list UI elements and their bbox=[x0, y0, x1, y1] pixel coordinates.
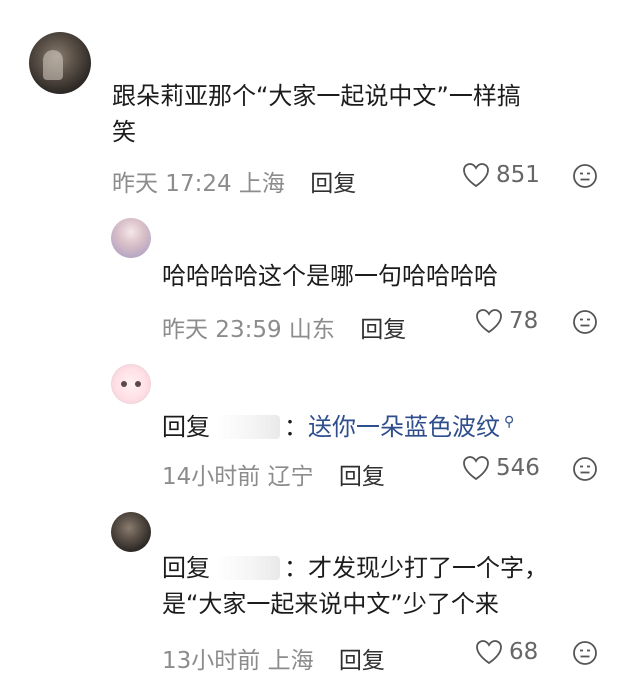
reply-button[interactable]: 回复 bbox=[339, 464, 385, 490]
user-avatar-icon[interactable] bbox=[29, 32, 91, 94]
comment-meta: 昨天 23:59 山东 回复 bbox=[162, 310, 406, 344]
reply-button[interactable]: 回复 bbox=[360, 317, 406, 343]
comment-location: 辽宁 bbox=[267, 464, 314, 490]
comment-time: 昨天 23:59 bbox=[162, 317, 282, 343]
comment-location: 上海 bbox=[267, 648, 314, 674]
comment-text: 跟朵莉亚那个“大家一起说中文”一样搞 笑 bbox=[112, 78, 622, 150]
mention-redacted[interactable] bbox=[216, 415, 280, 439]
neutral-face-icon[interactable] bbox=[572, 309, 598, 335]
comment-text-line: 回复 ：才发现少打了一个字， bbox=[162, 550, 612, 586]
comment-text-segment: 才发现少打了一个字， bbox=[308, 554, 548, 582]
separator: ： bbox=[284, 413, 308, 441]
user-avatar-icon[interactable] bbox=[111, 364, 151, 404]
reply-button[interactable]: 回复 bbox=[310, 171, 356, 197]
comment-text: 回复 ：送你一朵蓝色波纹 ⚲ bbox=[162, 404, 612, 445]
like-count: 851 bbox=[496, 162, 540, 188]
heart-outline-icon bbox=[476, 309, 502, 334]
heart-outline-icon bbox=[463, 163, 489, 188]
heart-outline-icon bbox=[463, 456, 489, 481]
reply-prefix: 回复 bbox=[162, 554, 210, 582]
comment-time: 13小时前 bbox=[162, 648, 261, 674]
reply-button[interactable]: 回复 bbox=[339, 648, 385, 674]
like-button[interactable]: 68 bbox=[475, 639, 538, 665]
comment-location: 上海 bbox=[238, 171, 285, 197]
comment-time: 昨天 17:24 bbox=[112, 171, 232, 197]
comment-meta: 13小时前 上海 回复 bbox=[162, 641, 385, 675]
neutral-face-icon[interactable] bbox=[572, 640, 598, 666]
like-button[interactable]: 851 bbox=[462, 162, 540, 188]
comment-text-line: 是“大家一起来说中文”少了个来 bbox=[162, 590, 499, 618]
separator: ： bbox=[284, 554, 308, 582]
comment-location: 山东 bbox=[288, 317, 335, 343]
like-count: 68 bbox=[509, 639, 539, 665]
user-avatar-icon[interactable] bbox=[111, 218, 151, 258]
like-button[interactable]: 78 bbox=[475, 308, 538, 334]
comment-text: 哈哈哈哈这个是哪一句哈哈哈哈 bbox=[162, 258, 612, 294]
comment-text-line: 笑 bbox=[112, 118, 136, 146]
like-count: 546 bbox=[496, 455, 540, 481]
like-count: 78 bbox=[509, 308, 539, 334]
search-icon[interactable]: ⚲ bbox=[504, 414, 514, 430]
mention-redacted[interactable] bbox=[216, 556, 280, 580]
neutral-face-icon[interactable] bbox=[572, 456, 598, 482]
comment-text-line: 哈哈哈哈这个是哪一句哈哈哈哈 bbox=[162, 262, 498, 290]
heart-outline-icon bbox=[476, 640, 502, 665]
comment-meta: 昨天 17:24 上海 回复 bbox=[112, 164, 356, 198]
comment-text-line: 跟朵莉亚那个“大家一起说中文”一样搞 bbox=[112, 82, 521, 110]
comment-meta: 14小时前 辽宁 回复 bbox=[162, 457, 385, 491]
comment-time: 14小时前 bbox=[162, 464, 261, 490]
like-button[interactable]: 546 bbox=[462, 455, 540, 481]
user-avatar-icon[interactable] bbox=[111, 512, 151, 552]
reply-prefix: 回复 bbox=[162, 413, 210, 441]
comment-text: 回复 ：才发现少打了一个字， 是“大家一起来说中文”少了个来 bbox=[162, 550, 612, 622]
link-text[interactable]: 送你一朵蓝色波纹 bbox=[308, 413, 500, 441]
neutral-face-icon[interactable] bbox=[572, 163, 598, 189]
